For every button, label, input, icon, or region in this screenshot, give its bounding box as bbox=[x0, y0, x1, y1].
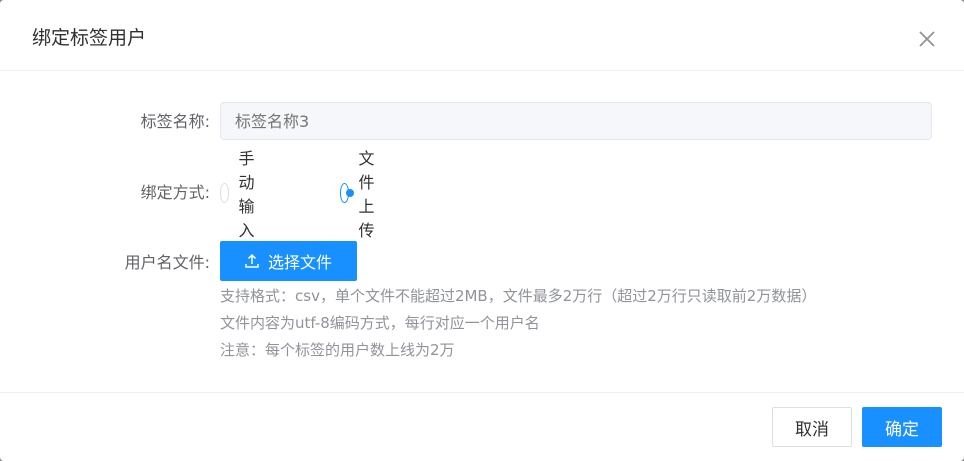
select-file-label: 选择文件 bbox=[267, 253, 332, 272]
tag-name-label: 标签名称: bbox=[140, 112, 210, 131]
select-file-button[interactable]: 选择文件 bbox=[220, 241, 357, 281]
radio-manual-input-label: 手动输入 bbox=[238, 149, 255, 240]
upload-icon bbox=[245, 254, 259, 268]
radio-manual-input-circle[interactable] bbox=[220, 183, 230, 203]
radio-manual-input[interactable]: 手动输入 bbox=[220, 149, 265, 240]
hint-format: 支持格式：csv，单个文件不能超过2MB，文件最多2万行（超过2万行只读取前2万… bbox=[220, 287, 817, 305]
confirm-button[interactable]: 确定 bbox=[862, 407, 942, 447]
dialog-header: 绑定标签用户 bbox=[0, 0, 964, 71]
bind-mode-label: 绑定方式: bbox=[140, 183, 210, 202]
dialog-title: 绑定标签用户 bbox=[32, 27, 147, 49]
radio-file-upload[interactable]: 文件上传 bbox=[340, 149, 385, 240]
dialog-footer: 取消 确定 bbox=[0, 392, 964, 461]
radio-file-upload-circle[interactable] bbox=[340, 183, 355, 203]
close-icon[interactable] bbox=[916, 28, 938, 50]
radio-file-upload-label: 文件上传 bbox=[358, 149, 375, 240]
hint-encoding: 文件内容为utf-8编码方式，每行对应一个用户名 bbox=[220, 314, 540, 332]
username-file-label: 用户名文件: bbox=[124, 253, 210, 272]
bind-tag-users-dialog: 绑定标签用户 标签名称: 绑定方式: 手动输入 文件上传 用户名文件: 选择文件… bbox=[0, 0, 964, 461]
cancel-button[interactable]: 取消 bbox=[772, 407, 852, 447]
tag-name-input[interactable] bbox=[220, 102, 932, 140]
hint-limit: 注意：每个标签的用户数上线为2万 bbox=[220, 341, 455, 359]
